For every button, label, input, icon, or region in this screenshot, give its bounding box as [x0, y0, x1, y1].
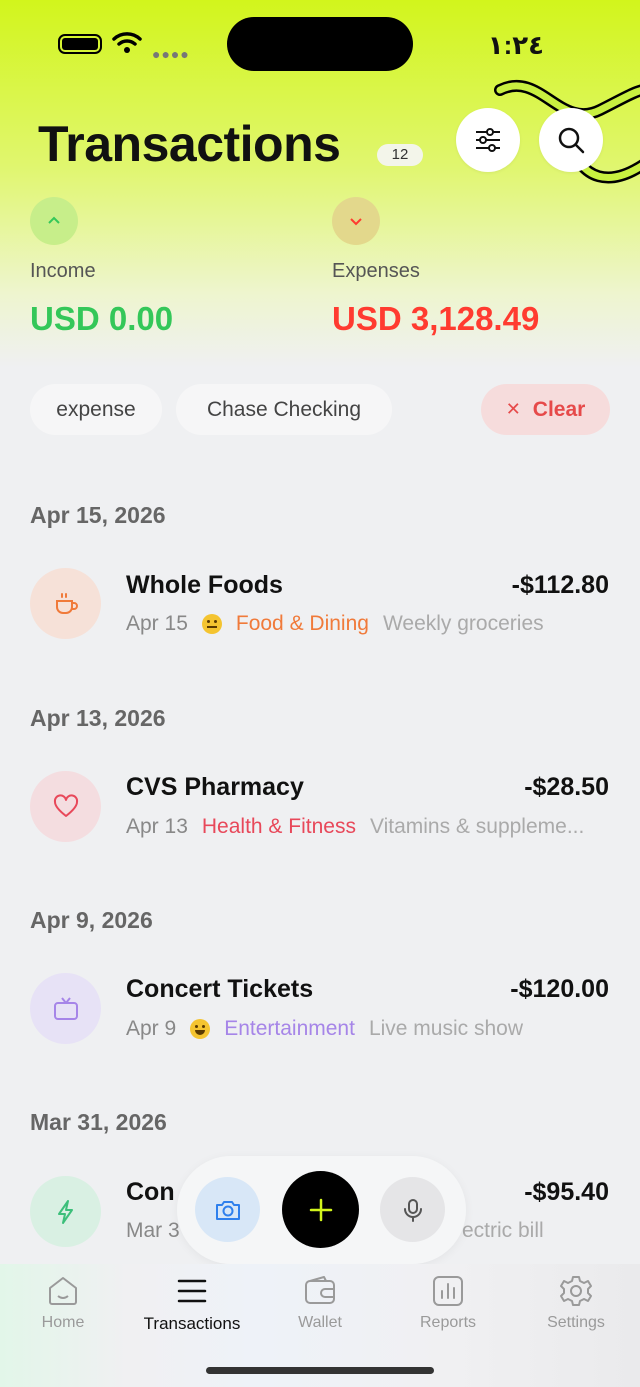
filter-chip-label: expense: [56, 397, 136, 421]
dynamic-island: [227, 17, 413, 71]
date-group-header: Apr 13, 2026: [30, 705, 166, 731]
coffee-cup-icon: [30, 568, 101, 639]
transaction-note: Live music show: [368, 1017, 524, 1040]
tv-icon: [30, 973, 101, 1044]
filter-chip-type[interactable]: expense: [30, 384, 162, 435]
transaction-name: Concert Tickets: [126, 975, 314, 1003]
microphone-icon: [403, 1198, 422, 1222]
wallet-icon: [305, 1276, 335, 1304]
search-button[interactable]: [539, 108, 603, 172]
tab-home[interactable]: Home: [8, 1274, 118, 1332]
cellular-signal-icon: ●●●●: [152, 46, 190, 62]
transaction-date: Apr 9: [126, 1017, 177, 1040]
add-transaction-button[interactable]: [282, 1171, 359, 1248]
date-group-header: Apr 15, 2026: [30, 502, 166, 528]
camera-button[interactable]: [195, 1177, 260, 1242]
battery-icon: [58, 34, 102, 54]
clear-label: Clear: [532, 397, 586, 421]
filter-chip-label: Chase Checking: [206, 397, 362, 421]
date-group-header: Mar 31, 2026: [30, 1109, 167, 1135]
search-icon: [558, 127, 585, 154]
filter-button[interactable]: [456, 108, 520, 172]
sliders-icon: [476, 128, 500, 152]
expenses-label: Expenses: [332, 260, 420, 282]
expenses-value: USD 3,128.49: [332, 300, 540, 337]
close-icon: ✕: [505, 399, 521, 419]
camera-icon: [215, 1200, 240, 1220]
income-label: Income: [30, 260, 96, 282]
clear-filters-button[interactable]: ✕ Clear: [481, 384, 610, 435]
transaction-count-badge: 12: [377, 144, 423, 166]
neutral-face-icon: [201, 614, 222, 634]
transaction-amount: -$28.50: [524, 773, 609, 801]
tab-label: Settings: [547, 1314, 605, 1331]
status-time: ١:٢٤: [487, 30, 544, 60]
list-icon: [177, 1279, 207, 1303]
income-value: USD 0.00: [30, 300, 174, 337]
date-group-header: Apr 9, 2026: [30, 907, 153, 933]
laughing-face-icon: [190, 1019, 211, 1039]
tab-settings[interactable]: Settings: [521, 1274, 631, 1332]
transaction-note: Weekly groceries: [382, 612, 544, 635]
home-indicator[interactable]: [206, 1367, 434, 1374]
tab-label: Wallet: [298, 1314, 342, 1331]
income-arrow-icon: [30, 197, 78, 245]
tab-label: Transactions: [143, 1314, 241, 1333]
tab-label: Home: [41, 1314, 85, 1331]
gear-icon: [560, 1276, 592, 1306]
bar-chart-icon: [433, 1276, 463, 1306]
transaction-date: Mar 3: [126, 1219, 180, 1242]
plus-icon: [309, 1198, 332, 1221]
transaction-amount: -$120.00: [510, 975, 609, 1003]
transaction-category: Health & Fitness: [201, 815, 356, 838]
tab-reports[interactable]: Reports: [393, 1274, 503, 1332]
expenses-arrow-icon: [332, 197, 380, 245]
voice-input-button[interactable]: [380, 1177, 445, 1242]
transaction-amount: -$112.80: [511, 571, 609, 599]
transaction-date: Apr 13: [126, 815, 188, 838]
transaction-amount: -$95.40: [524, 1178, 609, 1206]
heart-icon: [30, 771, 101, 842]
page-title: Transactions: [38, 116, 341, 172]
transaction-note: ectric bill: [462, 1219, 544, 1242]
tab-wallet[interactable]: Wallet: [265, 1274, 375, 1332]
transaction-category: Food & Dining: [235, 612, 369, 635]
transaction-name: Con: [126, 1178, 175, 1206]
lightning-icon: [30, 1176, 101, 1247]
transaction-date: Apr 15: [126, 612, 188, 635]
tab-transactions[interactable]: Transactions: [137, 1274, 247, 1334]
transaction-category: Entertainment: [224, 1017, 355, 1040]
transaction-name: Whole Foods: [126, 571, 283, 599]
wifi-icon: [112, 32, 142, 53]
tab-label: Reports: [419, 1314, 477, 1331]
home-icon: [49, 1277, 77, 1305]
transaction-name: CVS Pharmacy: [126, 773, 304, 801]
transaction-note: Vitamins & suppleme...: [369, 815, 585, 838]
filter-chip-account[interactable]: Chase Checking: [176, 384, 392, 435]
